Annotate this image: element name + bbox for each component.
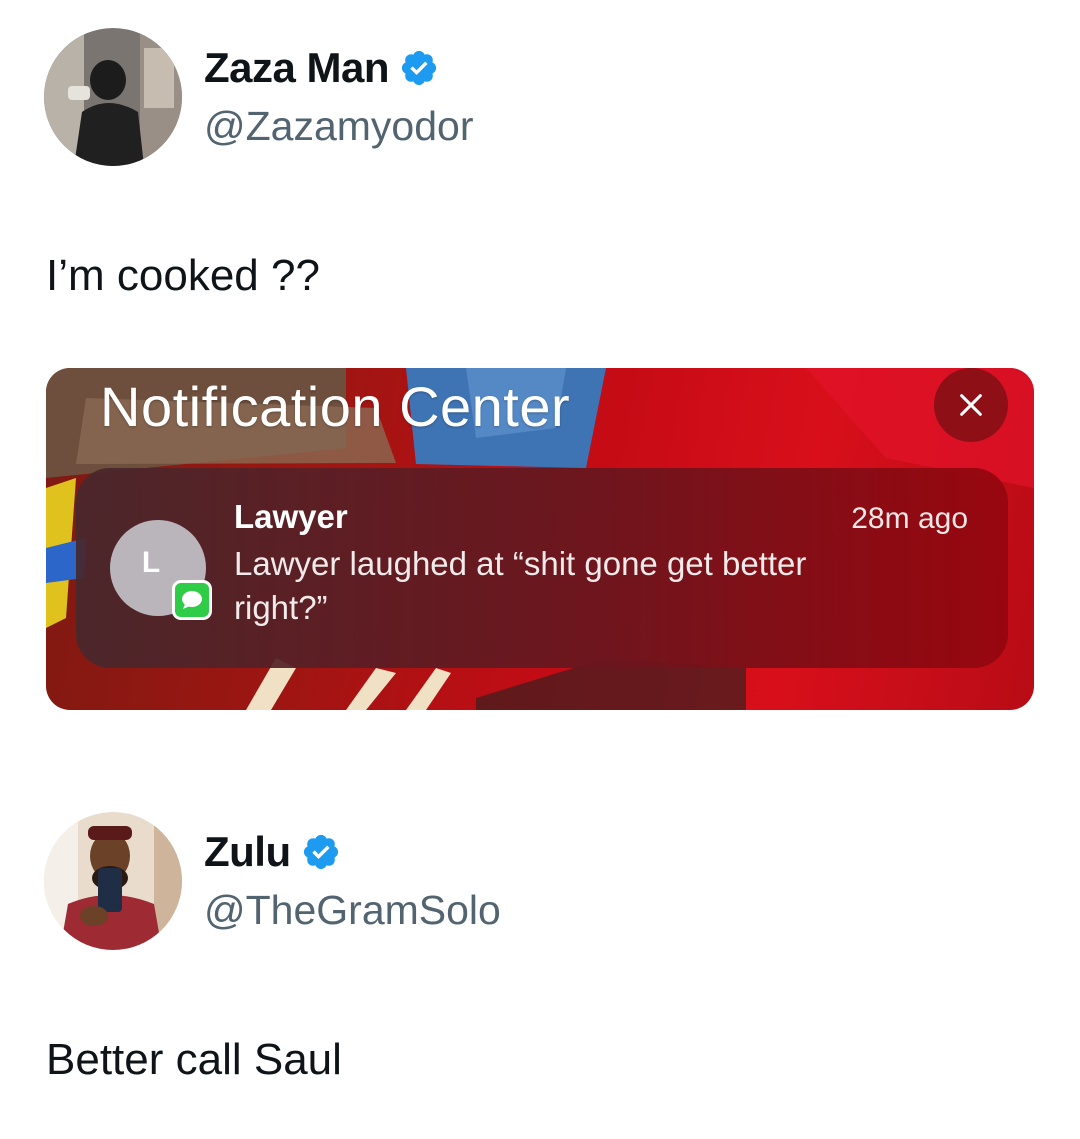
notification-sender: Lawyer (234, 498, 348, 535)
tweet-text: I’m cooked ?? (46, 251, 320, 300)
verified-badge-icon (401, 51, 437, 86)
notification-center-card: Notification Center L Lawyer Lawyer laug… (46, 368, 1034, 710)
verified-badge-icon (303, 835, 338, 870)
avatar[interactable] (44, 28, 182, 166)
messages-icon (172, 580, 212, 620)
notification-time: 28m ago (851, 502, 968, 535)
notification-message: Lawyer laughed at “shit gone get better … (234, 545, 807, 626)
close-icon (960, 394, 982, 416)
display-name[interactable]: Zulu (204, 829, 291, 875)
handle[interactable]: @TheGramSolo (204, 887, 501, 933)
avatar[interactable] (44, 812, 182, 950)
tweet-2-header: Zulu @TheGramSolo (44, 812, 501, 950)
display-name[interactable]: Zaza Man (204, 45, 390, 91)
notification-center-title: Notification Center (100, 375, 571, 438)
tweet-text: Better call Saul (46, 1035, 342, 1084)
notification-item[interactable]: L Lawyer Lawyer laughed at “shit gone ge… (76, 468, 1008, 668)
close-button[interactable] (934, 368, 1008, 442)
contact-initial: L (141, 546, 161, 579)
handle[interactable]: @Zazamyodor (204, 103, 473, 149)
tweet-1-header: Zaza Man @Zazamyodor (44, 28, 473, 166)
